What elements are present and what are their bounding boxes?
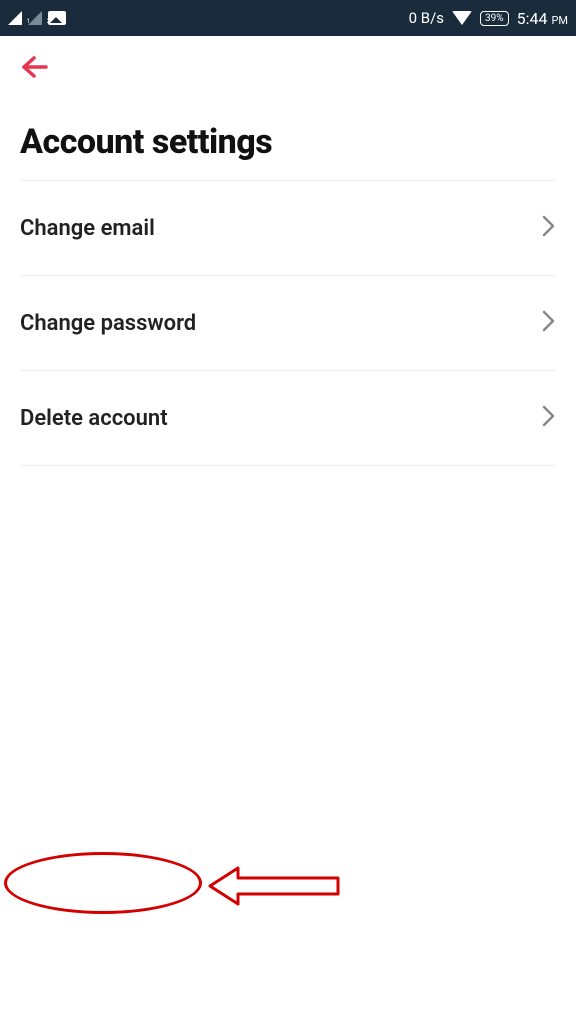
status-bar: 0 B/s 39% 5:44 PM <box>0 0 576 36</box>
page-title: Account settings <box>20 122 556 181</box>
setting-label: Change password <box>20 311 196 336</box>
chevron-right-icon <box>542 215 556 241</box>
setting-label: Delete account <box>20 406 168 431</box>
clock: 5:44 PM <box>517 9 568 28</box>
clock-time: 5:44 <box>517 9 548 28</box>
setting-delete-account[interactable]: Delete account <box>20 371 556 466</box>
setting-change-password[interactable]: Change password <box>20 276 556 371</box>
annotation-arrow-icon <box>208 864 358 912</box>
chevron-right-icon <box>542 405 556 431</box>
photo-icon <box>48 11 66 25</box>
content: Account settings Change email Change pas… <box>0 122 576 466</box>
setting-change-email[interactable]: Change email <box>20 181 556 276</box>
wifi-icon <box>452 11 472 25</box>
setting-label: Change email <box>20 216 155 241</box>
arrow-left-icon <box>20 54 50 80</box>
status-left <box>8 11 66 25</box>
chevron-right-icon <box>542 310 556 336</box>
signal-2-icon <box>28 11 42 25</box>
data-speed: 0 B/s <box>409 9 444 27</box>
battery-indicator: 39% <box>480 11 509 26</box>
status-right: 0 B/s 39% 5:44 PM <box>409 9 568 28</box>
signal-1-icon <box>8 11 22 25</box>
highlight-ellipse <box>4 852 202 914</box>
clock-period: PM <box>551 14 568 27</box>
back-button[interactable] <box>20 54 556 84</box>
app-bar <box>0 36 576 94</box>
